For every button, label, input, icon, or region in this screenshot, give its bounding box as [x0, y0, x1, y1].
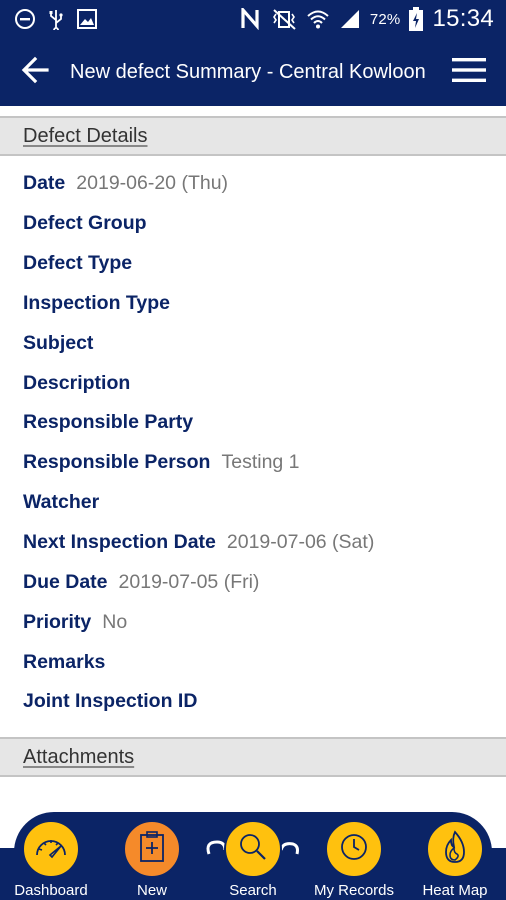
field-value: No [102, 610, 128, 633]
field-label: Due Date [23, 570, 108, 593]
field-label: Responsible Person [23, 451, 211, 474]
defect-details-header[interactable]: Defect Details [0, 116, 506, 156]
nav-dashboard-circle [22, 820, 80, 878]
app-bar: New defect Summary - Central Kowloon [0, 38, 506, 106]
status-bar: 72% 15:34 [0, 0, 506, 38]
field-row-watcher: Watcher [23, 483, 493, 523]
nav-heat-map[interactable]: Heat Map [405, 820, 505, 900]
search-icon [238, 832, 268, 867]
status-left [14, 8, 98, 30]
field-label: Next Inspection Date [23, 531, 216, 554]
defect-field-list: Date 2019-06-20 (Thu) Defect Group Defec… [23, 164, 493, 722]
field-row-defect-type: Defect Type [23, 244, 493, 284]
menu-button[interactable] [432, 38, 506, 106]
nav-label: Dashboard [14, 882, 88, 899]
field-row-subject: Subject [23, 323, 493, 363]
field-row-date: Date 2019-06-20 (Thu) [23, 164, 493, 204]
field-label: Defect Type [23, 252, 133, 275]
field-label: Description [23, 371, 131, 394]
nav-my-records-circle [325, 820, 383, 878]
field-value: Testing 1 [221, 451, 300, 474]
field-label: Subject [23, 331, 94, 354]
field-value: 2019-06-20 (Thu) [76, 172, 229, 195]
field-label: Date [23, 172, 66, 195]
nav-search-circle [224, 820, 282, 878]
usb-icon [48, 8, 64, 30]
field-row-responsible-party: Responsible Party [23, 403, 493, 443]
nav-dashboard[interactable]: Dashboard [1, 820, 101, 900]
attachments-title: Attachments [23, 745, 135, 768]
nav-label: Search [229, 882, 277, 899]
field-label: Priority [23, 610, 92, 633]
field-row-joint-inspection-id: Joint Inspection ID [23, 682, 493, 722]
wifi-icon [306, 8, 330, 30]
clipboard-plus-icon [139, 830, 165, 868]
defect-details-title: Defect Details [23, 124, 148, 147]
clock: 15:34 [432, 5, 494, 32]
field-row-inspection-type: Inspection Type [23, 284, 493, 324]
nav-search[interactable]: Search [203, 820, 303, 900]
status-right: 72% 15:34 [240, 5, 494, 33]
field-value: 2019-07-06 (Sat) [226, 531, 375, 554]
field-label: Responsible Party [23, 411, 194, 434]
battery-icon [409, 7, 424, 31]
vibrate-icon [271, 8, 297, 30]
field-row-priority: Priority No [23, 602, 493, 642]
field-row-next-inspection-date: Next Inspection Date 2019-07-06 (Sat) [23, 523, 493, 563]
battery-percent: 72% [369, 10, 401, 28]
back-button[interactable] [0, 38, 70, 106]
nfc-icon [240, 8, 262, 30]
field-row-responsible-person: Responsible Person Testing 1 [23, 443, 493, 483]
field-row-remarks: Remarks [23, 642, 493, 682]
nav-label: My Records [313, 882, 395, 899]
hamburger-menu-icon [452, 57, 486, 88]
field-value: 2019-07-05 (Fri) [118, 570, 260, 593]
field-row-due-date: Due Date 2019-07-05 (Fri) [23, 562, 493, 602]
arrow-left-icon [21, 56, 49, 89]
field-label: Remarks [23, 650, 106, 673]
field-label: Inspection Type [23, 291, 170, 314]
field-row-defect-group: Defect Group [23, 204, 493, 244]
speedometer-icon [33, 833, 69, 866]
flame-icon [442, 829, 468, 869]
bottom-nav: Dashboard New Search My Records Heat Map [0, 812, 506, 900]
field-row-description: Description [23, 363, 493, 403]
nav-new-circle [123, 820, 181, 878]
image-icon [76, 8, 98, 30]
nav-heat-map-circle [426, 820, 484, 878]
field-label: Watcher [23, 491, 100, 514]
page-title: New defect Summary - Central Kowloon [70, 61, 426, 83]
field-label: Defect Group [23, 212, 147, 235]
nav-new[interactable]: New [102, 820, 202, 900]
do-not-disturb-icon [14, 8, 36, 30]
nav-my-records[interactable]: My Records [304, 820, 404, 900]
attachments-header[interactable]: Attachments [0, 737, 506, 777]
nav-label: New [136, 882, 167, 899]
field-label: Joint Inspection ID [23, 690, 198, 713]
nav-label: Heat Map [422, 882, 488, 899]
signal-icon [339, 8, 361, 30]
clock-icon [339, 832, 369, 867]
